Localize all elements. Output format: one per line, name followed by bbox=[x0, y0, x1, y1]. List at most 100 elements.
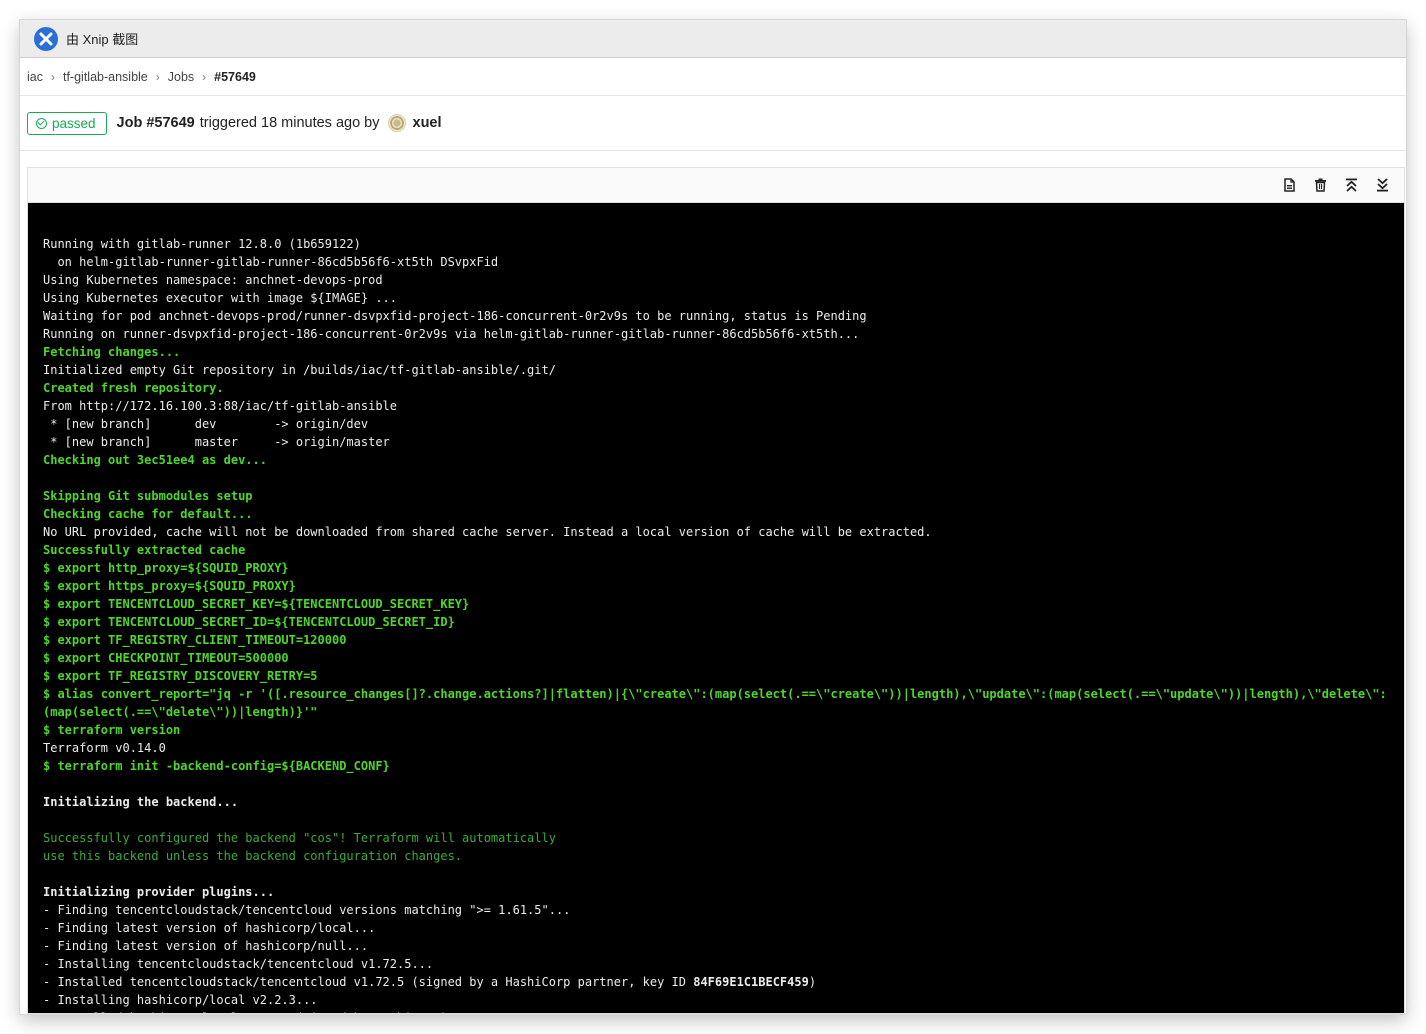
log-line-text: Successfully extracted cache bbox=[43, 543, 246, 557]
user-link[interactable]: xuel bbox=[413, 115, 442, 131]
raw-log-button[interactable] bbox=[1274, 173, 1305, 197]
job-id: Job #57649 bbox=[116, 115, 195, 131]
log-line: * [new branch] master -> origin/master bbox=[43, 433, 1404, 451]
log-line: Checking out 3ec51ee4 as dev... bbox=[43, 451, 1404, 469]
status-label: passed bbox=[52, 115, 96, 131]
log-line: Running on runner-dsvpxfid-project-186-c… bbox=[43, 325, 1404, 343]
log-line-text: Checking out 3ec51ee4 as dev... bbox=[43, 453, 267, 467]
breadcrumb-jobs[interactable]: Jobs bbox=[168, 70, 194, 84]
log-line: $ export TF_REGISTRY_DISCOVERY_RETRY=5 bbox=[43, 667, 1404, 685]
avatar[interactable] bbox=[387, 114, 406, 132]
log-line: $ export TENCENTCLOUD_SECRET_ID=${TENCEN… bbox=[43, 613, 1404, 631]
log-line: Fetching changes... bbox=[43, 343, 1404, 361]
log-line-text: Created fresh repository. bbox=[43, 381, 224, 395]
log-line-text: Initializing provider plugins... bbox=[43, 885, 275, 899]
log-line-text: Waiting for pod anchnet-devops-prod/runn… bbox=[43, 309, 867, 323]
log-line: $ export CHECKPOINT_TIMEOUT=500000 bbox=[43, 649, 1404, 667]
log-line: Using Kubernetes executor with image ${I… bbox=[43, 289, 1404, 307]
log-line: Successfully configured the backend "cos… bbox=[43, 829, 1404, 847]
log-line-text: Successfully configured the backend "cos… bbox=[43, 831, 556, 845]
check-circle-icon bbox=[36, 117, 47, 129]
log-line: - Finding latest version of hashicorp/lo… bbox=[43, 919, 1404, 937]
title-bar: 由 Xnip 截图 bbox=[20, 20, 1406, 58]
job-info: Job #57649 triggered 18 minutes ago by x… bbox=[117, 114, 442, 132]
job-header: passed Job #57649 triggered 18 minutes a… bbox=[20, 96, 1406, 151]
log-line: Initializing the backend... bbox=[43, 793, 1404, 811]
log-line: - Finding tencentcloudstack/tencentcloud… bbox=[43, 901, 1404, 919]
log-line-text: $ alias convert_report="jq -r '([.resour… bbox=[43, 687, 1387, 701]
breadcrumb: iac › tf-gitlab-ansible › Jobs › #57649 bbox=[20, 58, 1406, 96]
log-line: * [new branch] dev -> origin/dev bbox=[43, 415, 1404, 433]
log-line-text: * [new branch] master -> origin/master bbox=[43, 435, 390, 449]
log-line-text: Skipping Git submodules setup bbox=[43, 489, 253, 503]
scroll-top-button[interactable] bbox=[1336, 173, 1367, 197]
log-line-text: $ export https_proxy=${SQUID_PROXY} bbox=[43, 579, 296, 593]
breadcrumb-project[interactable]: tf-gitlab-ansible bbox=[63, 70, 148, 84]
log-line-text: From http://172.16.100.3:88/iac/tf-gitla… bbox=[43, 399, 398, 413]
log-line: on helm-gitlab-runner-gitlab-runner-86cd… bbox=[43, 253, 1404, 271]
log-line-text: - Finding tencentcloudstack/tencentcloud… bbox=[43, 903, 571, 917]
log-line-text: Initialized empty Git repository in /bui… bbox=[43, 363, 556, 377]
log-line-text: $ terraform init -backend-config=${BACKE… bbox=[43, 759, 390, 773]
log-line: - Finding latest version of hashicorp/nu… bbox=[43, 937, 1404, 955]
breadcrumb-chevron-icon: › bbox=[50, 69, 55, 84]
erase-log-icon bbox=[1315, 178, 1326, 192]
log-line-text: Checking cache for default... bbox=[43, 507, 253, 521]
log-line: Terraform v0.14.0 bbox=[43, 739, 1404, 757]
log-line-text: (map(select(.==\"delete\"))|length)}'" bbox=[43, 705, 318, 719]
log-line-text: $ export http_proxy=${SQUID_PROXY} bbox=[43, 561, 289, 575]
erase-log-button[interactable] bbox=[1305, 173, 1336, 197]
log-line: $ terraform version bbox=[43, 721, 1404, 739]
log-line: - Installing hashicorp/local v2.2.3... bbox=[43, 991, 1404, 1009]
scroll-bottom-button[interactable] bbox=[1367, 173, 1398, 197]
log-line-key-id: 84F69E1C1BECF459 bbox=[693, 975, 809, 989]
log-line-text: - Installed tencentcloudstack/tencentclo… bbox=[43, 975, 694, 989]
xnip-icon bbox=[34, 26, 58, 51]
log-line-suffix: ) bbox=[808, 975, 817, 989]
log-line-text: Using Kubernetes namespace: anchnet-devo… bbox=[43, 273, 383, 287]
log-line-text: $ export TENCENTCLOUD_SECRET_ID=${TENCEN… bbox=[43, 615, 455, 629]
log-line-text: Running on runner-dsvpxfid-project-186-c… bbox=[43, 327, 860, 341]
log-line-text: Using Kubernetes executor with image ${I… bbox=[43, 291, 398, 305]
screenshot-window: 由 Xnip 截图 iac › tf-gitlab-ansible › Jobs… bbox=[20, 20, 1406, 1014]
breadcrumb-job[interactable]: #57649 bbox=[214, 70, 256, 84]
log-line: $ terraform init -backend-config=${BACKE… bbox=[43, 757, 1404, 775]
job-log-terminal[interactable]: Running with gitlab-runner 12.8.0 (1b659… bbox=[28, 203, 1404, 1013]
log-line: Successfully extracted cache bbox=[43, 541, 1404, 559]
log-toolbar bbox=[28, 168, 1404, 203]
log-line: Initialized empty Git repository in /bui… bbox=[43, 361, 1404, 379]
log-line-text: $ export TF_REGISTRY_DISCOVERY_RETRY=5 bbox=[43, 669, 318, 683]
log-line-text: on helm-gitlab-runner-gitlab-runner-86cd… bbox=[43, 255, 499, 269]
log-line-text: $ terraform version bbox=[43, 723, 181, 737]
log-line-text: No URL provided, cache will not be downl… bbox=[43, 525, 932, 539]
raw-log-icon bbox=[1284, 178, 1295, 192]
status-badge[interactable]: passed bbox=[27, 111, 107, 135]
log-line-text: - Installing hashicorp/local v2.2.3... bbox=[43, 993, 318, 1007]
breadcrumb-group[interactable]: iac bbox=[27, 70, 43, 84]
log-line-text: - Finding latest version of hashicorp/nu… bbox=[43, 939, 369, 953]
log-line-text: Running with gitlab-runner 12.8.0 (1b659… bbox=[43, 237, 361, 251]
log-line-text: * [new branch] dev -> origin/dev bbox=[43, 417, 369, 431]
log-line-text: - Installing tencentcloudstack/tencentcl… bbox=[43, 957, 434, 971]
triggered-text: triggered 18 minutes ago by bbox=[199, 115, 380, 131]
log-line: Waiting for pod anchnet-devops-prod/runn… bbox=[43, 307, 1404, 325]
log-line-text: $ export TENCENTCLOUD_SECRET_KEY=${TENCE… bbox=[43, 597, 470, 611]
log-line: Skipping Git submodules setup bbox=[43, 487, 1404, 505]
log-line: Running with gitlab-runner 12.8.0 (1b659… bbox=[43, 235, 1404, 253]
log-line: Initializing provider plugins... bbox=[43, 883, 1404, 901]
window-title: 由 Xnip 截图 bbox=[66, 32, 139, 47]
log-line: - Installing tencentcloudstack/tencentcl… bbox=[43, 955, 1404, 973]
scroll-top-icon bbox=[1346, 178, 1357, 192]
log-line: - Installed hashicorp/local v2.2.3 (sign… bbox=[43, 1009, 1404, 1013]
job-log-panel: Running with gitlab-runner 12.8.0 (1b659… bbox=[27, 167, 1405, 1014]
log-line-text: Terraform v0.14.0 bbox=[43, 741, 166, 755]
log-line-text: $ export TF_REGISTRY_CLIENT_TIMEOUT=1200… bbox=[43, 633, 347, 647]
log-line: Checking cache for default... bbox=[43, 505, 1404, 523]
log-line-text: - Finding latest version of hashicorp/lo… bbox=[43, 921, 376, 935]
log-line: $ export TENCENTCLOUD_SECRET_KEY=${TENCE… bbox=[43, 595, 1404, 613]
log-line-text: Fetching changes... bbox=[43, 345, 181, 359]
